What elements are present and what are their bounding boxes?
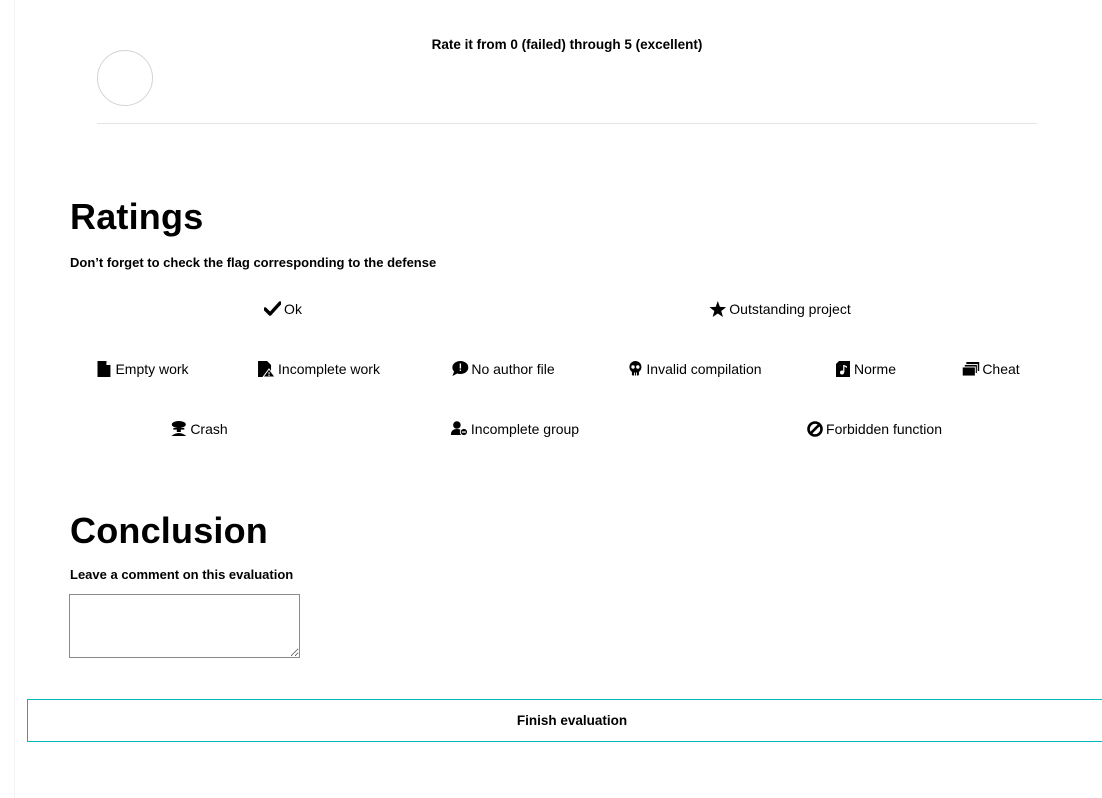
- flag-incomplete-group[interactable]: Incomplete group: [450, 420, 580, 437]
- flags-row-3: Crash Incomplete group Forbidden functio…: [0, 420, 1102, 442]
- flag-incomplete-work[interactable]: Incomplete work: [258, 360, 380, 377]
- conclusion-subtitle: Leave a comment on this evaluation: [70, 567, 294, 582]
- file-warning-icon: [258, 360, 276, 377]
- flag-label: Cheat: [982, 360, 1020, 377]
- flag-no-author-file[interactable]: No author file: [451, 360, 555, 377]
- conclusion-title: Conclusion: [70, 510, 268, 551]
- ban-icon: [806, 420, 823, 437]
- mushroom-cloud-icon: [170, 420, 187, 437]
- left-border: [14, 0, 15, 798]
- speech-bubble-icon: [451, 360, 469, 377]
- check-icon: [264, 300, 282, 317]
- flag-forbidden-function[interactable]: Forbidden function: [806, 420, 942, 437]
- rating-caption: Rate it from 0 (failed) through 5 (excel…: [431, 37, 703, 52]
- flag-outstanding-project[interactable]: Outstanding project: [709, 300, 851, 317]
- file-icon: [95, 360, 112, 377]
- flag-empty-work[interactable]: Empty work: [95, 360, 189, 377]
- flag-crash[interactable]: Crash: [170, 420, 228, 437]
- flag-label: Ok: [284, 300, 302, 317]
- star-icon: [709, 300, 727, 317]
- flags-row-1: Ok Outstanding project: [0, 300, 1102, 322]
- comment-textarea[interactable]: [69, 594, 300, 658]
- flag-label: Norme: [853, 360, 897, 377]
- ratings-subtitle: Don’t forget to check the flag correspon…: [70, 255, 437, 270]
- flag-label: Incomplete group: [470, 420, 580, 437]
- flags-row-2: Empty work Incomplete work No author fil…: [0, 360, 1102, 382]
- user-minus-icon: [450, 420, 468, 437]
- flag-label: Outstanding project: [729, 300, 851, 317]
- flag-label: Invalid compilation: [646, 360, 762, 377]
- flag-label: Empty work: [115, 360, 189, 377]
- finish-evaluation-button[interactable]: Finish evaluation: [27, 699, 1102, 742]
- rating-slider-handle[interactable]: [97, 50, 153, 106]
- flag-norme[interactable]: Norme: [834, 360, 896, 377]
- flag-label: Crash: [190, 420, 228, 437]
- cards-icon: [962, 360, 980, 377]
- divider: [97, 123, 1037, 124]
- evaluation-page: Rate it from 0 (failed) through 5 (excel…: [0, 0, 1102, 798]
- flag-invalid-compilation[interactable]: Invalid compilation: [626, 360, 762, 377]
- flag-label: Forbidden function: [826, 420, 942, 437]
- music-file-icon: [834, 360, 851, 377]
- flag-label: Incomplete work: [278, 360, 380, 377]
- flag-ok[interactable]: Ok: [264, 300, 302, 317]
- flag-label: No author file: [471, 360, 555, 377]
- ratings-title: Ratings: [70, 196, 204, 237]
- flag-cheat[interactable]: Cheat: [962, 360, 1020, 377]
- skull-icon: [626, 360, 643, 377]
